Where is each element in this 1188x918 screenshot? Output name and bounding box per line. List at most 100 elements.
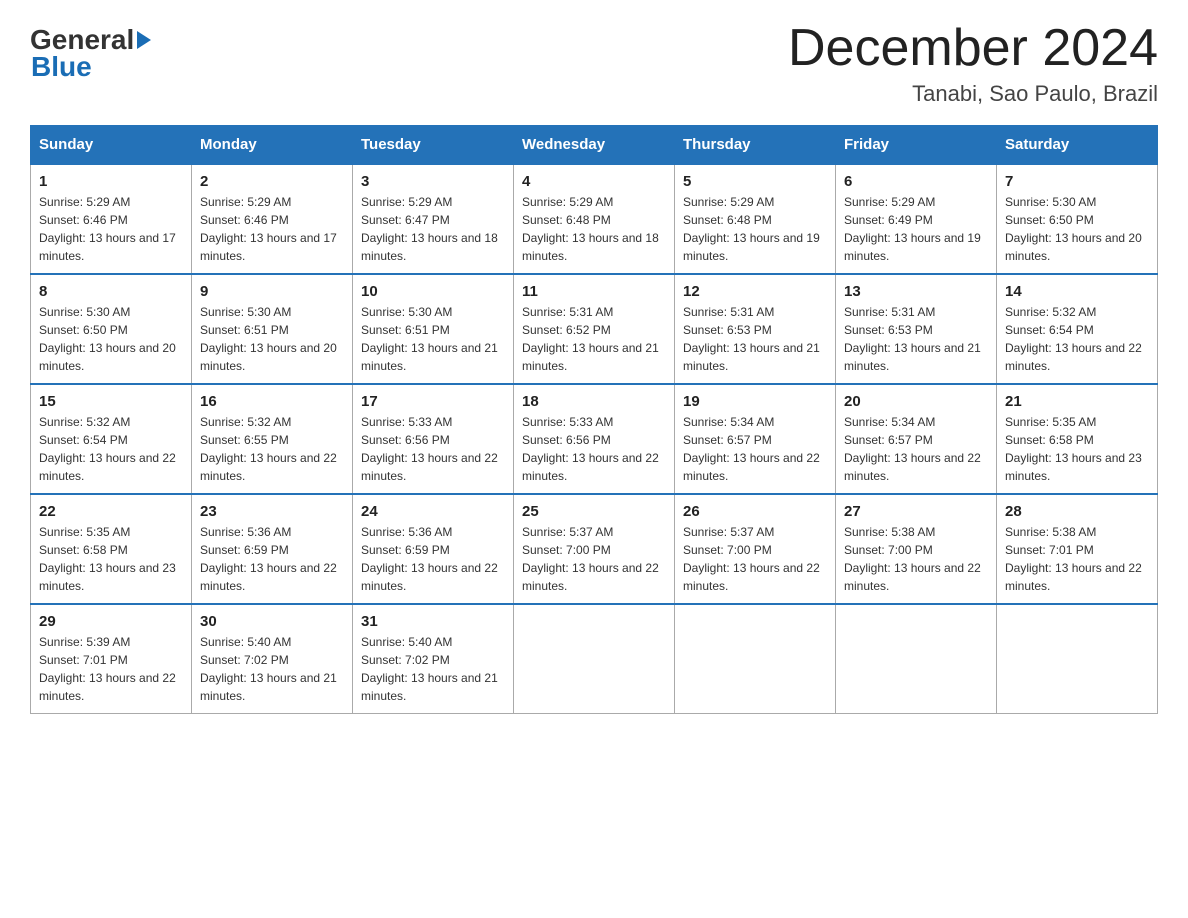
day-cell-6: 6 Sunrise: 5:29 AMSunset: 6:49 PMDaylight… <box>836 164 997 274</box>
location-subtitle: Tanabi, Sao Paulo, Brazil <box>788 81 1158 107</box>
day-number: 20 <box>844 393 988 410</box>
col-tuesday: Tuesday <box>353 126 514 165</box>
day-cell-10: 10 Sunrise: 5:30 AMSunset: 6:51 PMDayligh… <box>353 274 514 384</box>
day-number: 10 <box>361 283 505 300</box>
day-cell-16: 16Sunrise: 5:32 AMSunset: 6:55 PMDayligh… <box>192 384 353 494</box>
day-cell-22: 22 Sunrise: 5:35 AMSunset: 6:58 PMDayligh… <box>31 494 192 604</box>
day-info: Sunrise: 5:31 AMSunset: 6:52 PMDaylight:… <box>522 305 659 373</box>
week-row-1: 1 Sunrise: 5:29 AMSunset: 6:46 PMDaylight… <box>31 164 1158 274</box>
week-row-2: 8 Sunrise: 5:30 AMSunset: 6:50 PMDaylight… <box>31 274 1158 384</box>
day-cell-31: 31 Sunrise: 5:40 AMSunset: 7:02 PMDayligh… <box>353 604 514 714</box>
day-cell-14: 14 Sunrise: 5:32 AMSunset: 6:54 PMDayligh… <box>997 274 1158 384</box>
calendar-table: Sunday Monday Tuesday Wednesday Thursday… <box>30 125 1158 714</box>
day-number: 30 <box>200 613 344 630</box>
day-info: Sunrise: 5:40 AMSunset: 7:02 PMDaylight:… <box>200 635 337 703</box>
day-info: Sunrise: 5:32 AMSunset: 6:54 PMDaylight:… <box>1005 305 1142 373</box>
day-info: Sunrise: 5:30 AMSunset: 6:50 PMDaylight:… <box>1005 195 1142 263</box>
day-cell-30: 30 Sunrise: 5:40 AMSunset: 7:02 PMDayligh… <box>192 604 353 714</box>
header-row: Sunday Monday Tuesday Wednesday Thursday… <box>31 126 1158 165</box>
day-cell-25: 25 Sunrise: 5:37 AMSunset: 7:00 PMDayligh… <box>514 494 675 604</box>
day-info: Sunrise: 5:32 AMSunset: 6:54 PMDaylight:… <box>39 415 176 483</box>
day-info: Sunrise: 5:35 AMSunset: 6:58 PMDaylight:… <box>1005 415 1142 483</box>
logo-arrow-icon <box>137 31 151 49</box>
day-number: 14 <box>1005 283 1149 300</box>
day-cell-24: 24Sunrise: 5:36 AMSunset: 6:59 PMDayligh… <box>353 494 514 604</box>
day-number: 8 <box>39 283 183 300</box>
header: General Blue December 2024 Tanabi, Sao P… <box>30 20 1158 107</box>
day-info: Sunrise: 5:36 AMSunset: 6:59 PMDaylight:… <box>200 525 337 593</box>
col-wednesday: Wednesday <box>514 126 675 165</box>
day-number: 19 <box>683 393 827 410</box>
day-number: 26 <box>683 503 827 520</box>
day-cell-26: 26 Sunrise: 5:37 AMSunset: 7:00 PMDayligh… <box>675 494 836 604</box>
day-info: Sunrise: 5:31 AMSunset: 6:53 PMDaylight:… <box>683 305 820 373</box>
day-number: 23 <box>200 503 344 520</box>
day-info: Sunrise: 5:33 AMSunset: 6:56 PMDaylight:… <box>361 415 498 483</box>
col-friday: Friday <box>836 126 997 165</box>
day-cell-27: 27Sunrise: 5:38 AMSunset: 7:00 PMDayligh… <box>836 494 997 604</box>
day-cell-13: 13Sunrise: 5:31 AMSunset: 6:53 PMDayligh… <box>836 274 997 384</box>
day-info: Sunrise: 5:29 AMSunset: 6:46 PMDaylight:… <box>39 195 176 263</box>
day-number: 6 <box>844 173 988 190</box>
day-number: 3 <box>361 173 505 190</box>
day-info: Sunrise: 5:34 AMSunset: 6:57 PMDaylight:… <box>844 415 981 483</box>
day-cell-4: 4Sunrise: 5:29 AMSunset: 6:48 PMDaylight… <box>514 164 675 274</box>
col-saturday: Saturday <box>997 126 1158 165</box>
day-number: 29 <box>39 613 183 630</box>
day-info: Sunrise: 5:38 AMSunset: 7:00 PMDaylight:… <box>844 525 981 593</box>
day-number: 16 <box>200 393 344 410</box>
day-cell-21: 21 Sunrise: 5:35 AMSunset: 6:58 PMDayligh… <box>997 384 1158 494</box>
day-cell-1: 1 Sunrise: 5:29 AMSunset: 6:46 PMDaylight… <box>31 164 192 274</box>
day-number: 15 <box>39 393 183 410</box>
day-cell-28: 28 Sunrise: 5:38 AMSunset: 7:01 PMDayligh… <box>997 494 1158 604</box>
day-number: 5 <box>683 173 827 190</box>
day-number: 25 <box>522 503 666 520</box>
day-info: Sunrise: 5:29 AMSunset: 6:49 PMDaylight:… <box>844 195 981 263</box>
day-info: Sunrise: 5:40 AMSunset: 7:02 PMDaylight:… <box>361 635 498 703</box>
day-number: 31 <box>361 613 505 630</box>
logo-blue-label: Blue <box>30 52 151 83</box>
day-cell-3: 3Sunrise: 5:29 AMSunset: 6:47 PMDaylight… <box>353 164 514 274</box>
day-number: 9 <box>200 283 344 300</box>
day-cell-9: 9 Sunrise: 5:30 AMSunset: 6:51 PMDaylight… <box>192 274 353 384</box>
day-cell-12: 12 Sunrise: 5:31 AMSunset: 6:53 PMDayligh… <box>675 274 836 384</box>
week-row-3: 15 Sunrise: 5:32 AMSunset: 6:54 PMDayligh… <box>31 384 1158 494</box>
day-info: Sunrise: 5:29 AMSunset: 6:48 PMDaylight:… <box>683 195 820 263</box>
day-cell-8: 8 Sunrise: 5:30 AMSunset: 6:50 PMDaylight… <box>31 274 192 384</box>
day-cell-11: 11Sunrise: 5:31 AMSunset: 6:52 PMDayligh… <box>514 274 675 384</box>
day-cell-17: 17Sunrise: 5:33 AMSunset: 6:56 PMDayligh… <box>353 384 514 494</box>
week-row-4: 22 Sunrise: 5:35 AMSunset: 6:58 PMDayligh… <box>31 494 1158 604</box>
day-number: 28 <box>1005 503 1149 520</box>
day-cell-2: 2Sunrise: 5:29 AMSunset: 6:46 PMDaylight… <box>192 164 353 274</box>
day-cell-15: 15 Sunrise: 5:32 AMSunset: 6:54 PMDayligh… <box>31 384 192 494</box>
day-number: 21 <box>1005 393 1149 410</box>
day-info: Sunrise: 5:33 AMSunset: 6:56 PMDaylight:… <box>522 415 659 483</box>
day-info: Sunrise: 5:29 AMSunset: 6:46 PMDaylight:… <box>200 195 337 263</box>
empty-cell <box>836 604 997 714</box>
day-number: 7 <box>1005 173 1149 190</box>
col-monday: Monday <box>192 126 353 165</box>
day-cell-20: 20 Sunrise: 5:34 AMSunset: 6:57 PMDayligh… <box>836 384 997 494</box>
day-info: Sunrise: 5:31 AMSunset: 6:53 PMDaylight:… <box>844 305 981 373</box>
day-number: 4 <box>522 173 666 190</box>
month-title: December 2024 <box>788 20 1158 77</box>
logo: General Blue <box>30 20 151 83</box>
day-cell-19: 19 Sunrise: 5:34 AMSunset: 6:57 PMDayligh… <box>675 384 836 494</box>
day-info: Sunrise: 5:39 AMSunset: 7:01 PMDaylight:… <box>39 635 176 703</box>
day-info: Sunrise: 5:30 AMSunset: 6:51 PMDaylight:… <box>361 305 498 373</box>
day-number: 18 <box>522 393 666 410</box>
day-info: Sunrise: 5:30 AMSunset: 6:50 PMDaylight:… <box>39 305 176 373</box>
day-info: Sunrise: 5:35 AMSunset: 6:58 PMDaylight:… <box>39 525 176 593</box>
day-cell-18: 18 Sunrise: 5:33 AMSunset: 6:56 PMDayligh… <box>514 384 675 494</box>
col-thursday: Thursday <box>675 126 836 165</box>
empty-cell <box>675 604 836 714</box>
day-info: Sunrise: 5:34 AMSunset: 6:57 PMDaylight:… <box>683 415 820 483</box>
day-number: 12 <box>683 283 827 300</box>
day-number: 22 <box>39 503 183 520</box>
day-info: Sunrise: 5:30 AMSunset: 6:51 PMDaylight:… <box>200 305 337 373</box>
day-number: 1 <box>39 173 183 190</box>
day-info: Sunrise: 5:38 AMSunset: 7:01 PMDaylight:… <box>1005 525 1142 593</box>
day-info: Sunrise: 5:37 AMSunset: 7:00 PMDaylight:… <box>683 525 820 593</box>
day-info: Sunrise: 5:37 AMSunset: 7:00 PMDaylight:… <box>522 525 659 593</box>
day-number: 24 <box>361 503 505 520</box>
